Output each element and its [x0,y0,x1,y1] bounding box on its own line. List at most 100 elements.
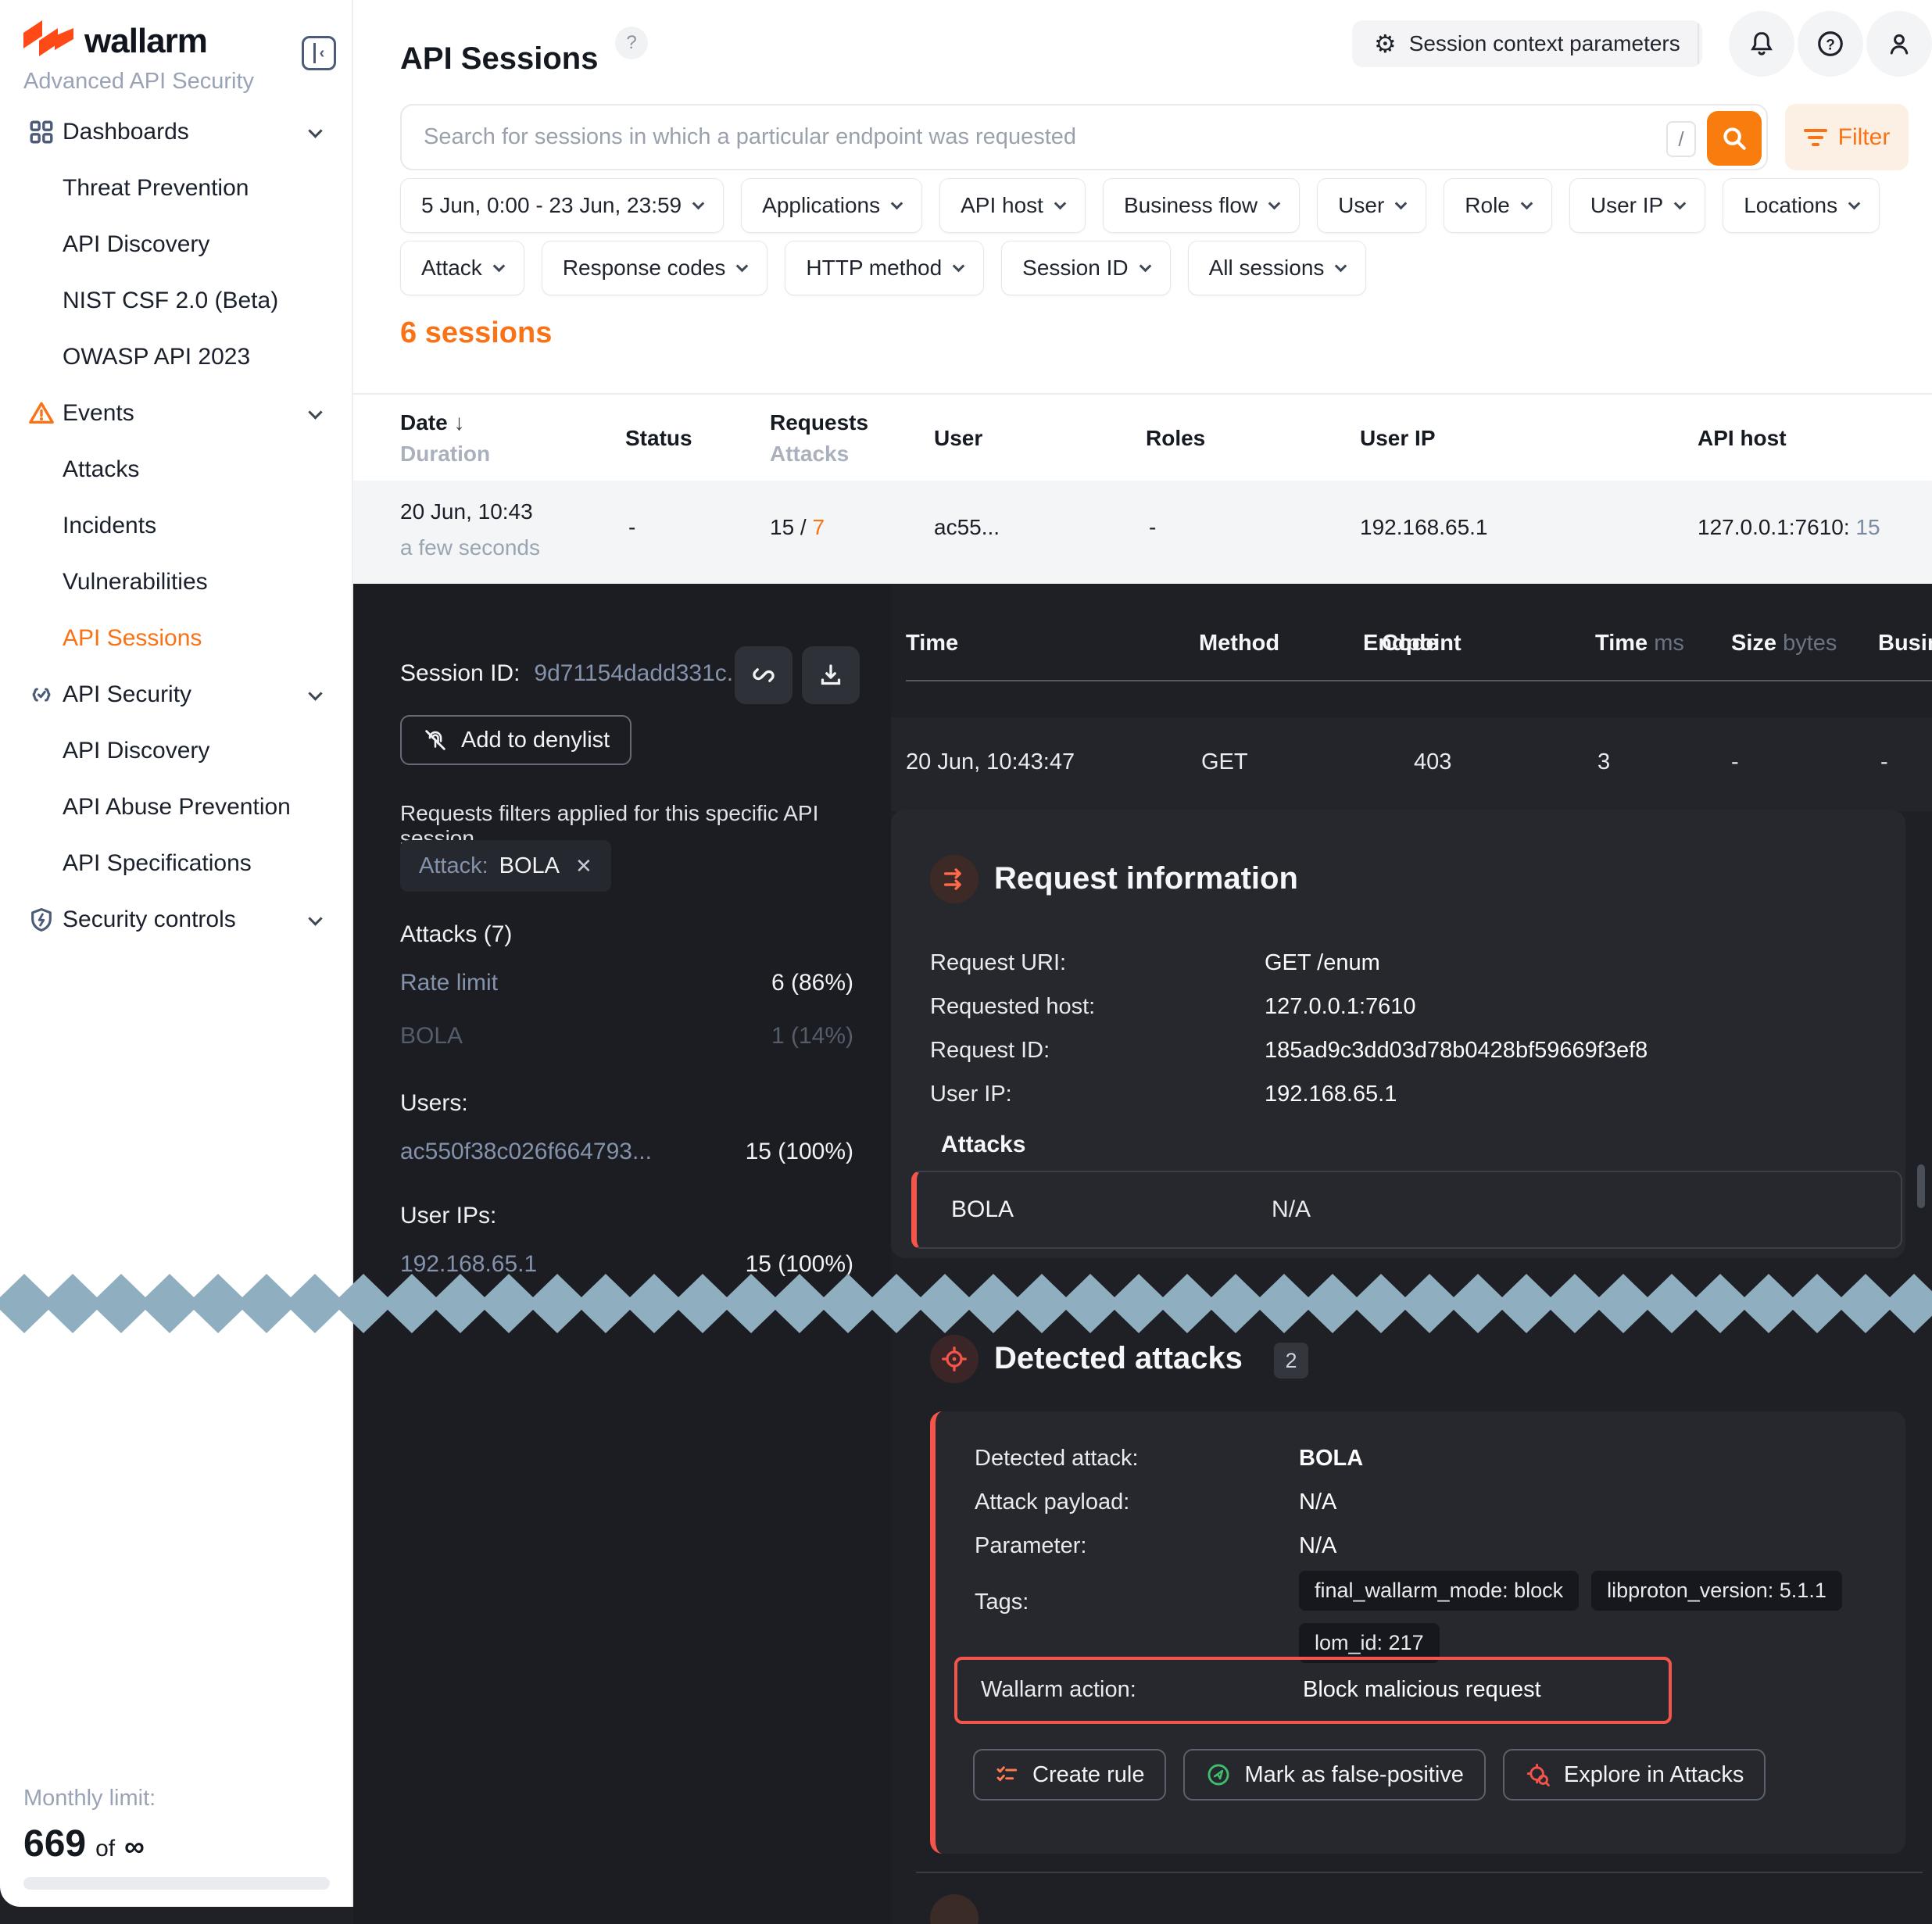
explore-in-attacks-button[interactable]: Explore in Attacks [1503,1749,1766,1801]
sidebar-item-events[interactable]: Events [0,385,353,442]
session-details-panel: Session ID:9d71154dadd331c... Add to den… [353,584,891,1924]
chevron-down-icon [1674,197,1687,209]
field-value-request-uri: GET /enum [1265,950,1380,976]
filter-chip-response-codes[interactable]: Response codes [542,241,768,295]
detected-attacks-count-badge: 2 [1274,1343,1308,1379]
field-label-attack-payload: Attack payload: [975,1489,1129,1515]
help-icon[interactable]: ? [1798,11,1863,77]
download-button[interactable] [802,646,860,704]
session-id-value[interactable]: 9d71154dadd331c... [534,660,746,686]
sidebar-item-threat-prevention[interactable]: Threat Prevention [0,160,353,216]
column-header-api-host[interactable]: API host [1698,426,1787,451]
download-icon [817,661,845,689]
sidebar-item-api-discovery[interactable]: API Discovery [0,216,353,273]
column-header-user[interactable]: User [934,426,982,451]
scrollbar-thumb[interactable] [1917,1164,1925,1208]
requests-header-divider [906,680,1932,681]
column-header-date[interactable]: Date ↓ Duration [400,410,490,467]
req-cell-time-ms: 3 [1597,749,1610,775]
field-label-request-id: Request ID: [930,1038,1050,1064]
notifications-bell-icon[interactable] [1729,11,1794,77]
sidebar-item-dashboards[interactable]: Dashboards [0,104,353,160]
search-button[interactable] [1707,111,1762,166]
chevron-down-icon [953,259,965,272]
title-help-icon[interactable]: ? [615,27,648,59]
session-table-row[interactable]: 20 Jun, 10:43 a few seconds - 15 / 7 ac5… [353,481,1932,584]
chevron-down-icon [736,259,749,272]
field-value-detected-attack: BOLA [1299,1446,1363,1472]
req-col-size[interactable]: Size bytes [1731,631,1837,656]
req-col-business[interactable]: Busine [1878,631,1932,656]
attack-bola-filter-chip[interactable]: Attack: BOLA ✕ [400,840,611,892]
filter-chip-session-id[interactable]: Session ID [1001,241,1170,295]
sidebar-item-api-discovery-2[interactable]: API Discovery [0,723,353,779]
cell-api-host: 127.0.0.1:7610: 15 [1698,515,1880,540]
sidebar-item-owasp-api[interactable]: OWASP API 2023 [0,329,353,385]
sidebar-item-vulnerabilities[interactable]: Vulnerabilities [0,554,353,610]
filter-chip-api-host[interactable]: API host [939,178,1086,233]
cell-user-ip: 192.168.65.1 [1360,515,1488,540]
stat-rate-limit[interactable]: Rate limit6 (86%) [400,970,853,996]
chevron-down-icon [493,259,506,272]
sidebar-item-api-abuse-prevention[interactable]: API Abuse Prevention [0,779,353,835]
filter-chip-locations[interactable]: Locations [1723,178,1880,233]
main-content: API Sessions ? ⚙ Session context paramet… [353,0,1932,584]
search-input[interactable] [422,105,1626,169]
filter-chip-daterange[interactable]: 5 Jun, 0:00 - 23 Jun, 23:59 [400,178,724,233]
sidebar-item-attacks[interactable]: Attacks [0,442,353,498]
attacks-stats-title: Attacks (7) [400,921,512,948]
sidebar-item-incidents[interactable]: Incidents [0,498,353,554]
infinity-symbol: ∞ [124,1830,145,1863]
filter-chip-business-flow[interactable]: Business flow [1103,178,1300,233]
req-col-time[interactable]: Time [906,631,958,656]
session-context-parameters-button[interactable]: ⚙ Session context parameters [1352,20,1702,67]
column-header-roles[interactable]: Roles [1146,426,1205,451]
detected-attacks-icon [930,1335,979,1383]
braces-check-icon [28,681,55,708]
filter-chip-role[interactable]: Role [1444,178,1552,233]
stat-bola[interactable]: BOLA1 (14%) [400,1023,853,1050]
monthly-limit-label: Monthly limit: [23,1786,156,1811]
column-header-status[interactable]: Status [625,426,692,451]
chevron-down-icon [1139,259,1151,272]
close-icon[interactable]: ✕ [575,854,592,878]
search-bar: / [400,104,1768,170]
filter-chip-all-sessions[interactable]: All sessions [1188,241,1367,295]
sidebar-item-nist-csf[interactable]: NIST CSF 2.0 (Beta) [0,273,353,329]
mark-false-positive-button[interactable]: Mark as false-positive [1183,1749,1485,1801]
filter-chip-attack[interactable]: Attack [400,241,524,295]
chevron-down-icon [1335,259,1347,272]
filter-chip-applications[interactable]: Applications [741,178,922,233]
warning-triangle-icon [28,400,55,427]
cell-status: - [628,515,635,540]
user-ips-title: User IPs: [400,1203,496,1229]
filter-chip-user-ip[interactable]: User IP [1569,178,1705,233]
req-cell-time: 20 Jun, 10:43:47 [906,749,1075,775]
create-rule-button[interactable]: Create rule [973,1749,1166,1801]
chevron-down-icon [1848,197,1861,209]
page-title: API Sessions [400,41,598,77]
filter-chip-http-method[interactable]: HTTP method [785,241,984,295]
req-col-code[interactable]: Code [1382,631,1439,656]
sidebar-item-api-security[interactable]: API Security [0,667,353,723]
sidebar-item-security-controls[interactable]: Security controls [0,892,353,948]
sidebar-item-api-sessions[interactable]: API Sessions [0,610,353,667]
attack-bola-row[interactable]: BOLA N/A [911,1171,1902,1249]
sidebar-item-api-specifications[interactable]: API Specifications [0,835,353,892]
request-information-card: Request information Request URI: GET /en… [891,810,1905,1258]
req-col-time-ms[interactable]: Time ms [1595,631,1684,656]
column-header-requests[interactable]: Requests Attacks [770,410,868,467]
sidebar-collapse-icon[interactable]: ‹ [302,36,336,70]
filter-chip-user[interactable]: User [1317,178,1426,233]
stat-user-hash[interactable]: ac550f38c026f664793...15 (100%) [400,1139,853,1165]
field-label-user-ip: User IP: [930,1082,1012,1107]
add-to-denylist-button[interactable]: Add to denylist [400,715,631,765]
column-header-user-ip[interactable]: User IP [1360,426,1436,451]
tags-list: final_wallarm_mode: block libproton_vers… [1299,1571,1877,1663]
sidebar-nav: Dashboards Threat Prevention API Discove… [0,104,353,948]
filter-button[interactable]: Filter [1785,104,1909,170]
copy-link-button[interactable] [735,646,792,704]
request-information-title: Request information [994,861,1298,896]
req-col-method[interactable]: Method [1199,631,1279,656]
user-profile-icon[interactable] [1866,11,1932,77]
